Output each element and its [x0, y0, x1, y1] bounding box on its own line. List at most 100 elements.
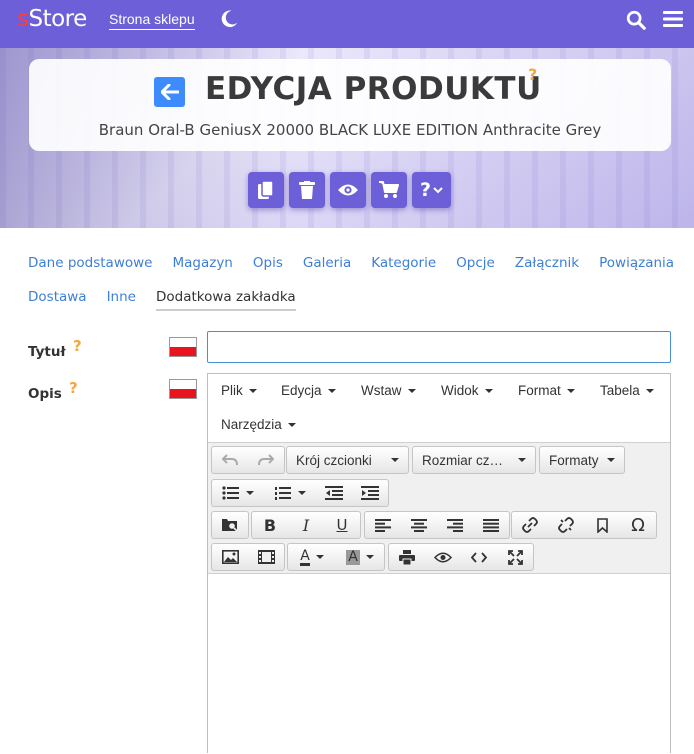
- unlink-button[interactable]: [548, 512, 584, 538]
- store-logo[interactable]: sStore: [17, 6, 87, 32]
- special-char-button[interactable]: Ω: [620, 512, 656, 538]
- cart-button[interactable]: [371, 172, 407, 208]
- menu-wstaw[interactable]: Wstaw: [361, 383, 416, 398]
- eye-icon: [338, 184, 358, 196]
- search-group: [211, 511, 249, 539]
- menu-widok[interactable]: Widok: [441, 383, 493, 398]
- source-code-button[interactable]: [461, 544, 497, 570]
- tab-powiazania[interactable]: Powiązania: [599, 255, 674, 271]
- font-family-select[interactable]: Krój czcionki: [286, 446, 409, 474]
- unlink-icon: [558, 517, 574, 533]
- insert-link-button[interactable]: [512, 512, 548, 538]
- media-group: [211, 543, 285, 571]
- rich-text-editor: Plik Edycja Wstaw Widok Format Tabela Na…: [207, 373, 671, 754]
- tab-magazyn[interactable]: Magazyn: [172, 255, 232, 271]
- anchor-button[interactable]: [584, 512, 620, 538]
- action-toolbar: ?: [248, 172, 451, 208]
- logo-prefix: s: [17, 6, 29, 32]
- help-dropdown-button[interactable]: ?: [412, 172, 451, 208]
- indent-button[interactable]: [352, 480, 388, 506]
- redo-button[interactable]: [248, 447, 284, 473]
- bullet-list-button[interactable]: [212, 480, 264, 506]
- menu-narzedzia[interactable]: Narzędzia: [221, 417, 296, 432]
- search-icon[interactable]: [625, 9, 647, 31]
- text-color-button[interactable]: A: [288, 544, 336, 570]
- menu-plik[interactable]: Plik: [221, 383, 257, 398]
- fullscreen-icon: [507, 549, 523, 565]
- moon-icon[interactable]: [218, 8, 240, 30]
- tab-kategorie[interactable]: Kategorie: [371, 255, 436, 271]
- preview-button[interactable]: [330, 172, 366, 208]
- insert-media-button[interactable]: [248, 544, 284, 570]
- description-label: Opis: [28, 386, 62, 402]
- preview-editor-button[interactable]: [425, 544, 461, 570]
- tab-opis[interactable]: Opis: [253, 255, 283, 271]
- align-center-button[interactable]: [401, 512, 437, 538]
- menu-tabela[interactable]: Tabela: [600, 383, 654, 398]
- image-icon: [221, 550, 239, 564]
- editor-content-area[interactable]: [208, 574, 670, 754]
- delete-button[interactable]: [289, 172, 325, 208]
- tab-dostawa[interactable]: Dostawa: [28, 289, 87, 305]
- tools-group: [388, 543, 534, 571]
- numbered-list-button[interactable]: [264, 480, 316, 506]
- outdent-button[interactable]: [316, 480, 352, 506]
- tab-dodatkowa-zakladka[interactable]: Dodatkowa zakładka: [155, 289, 296, 311]
- link-icon: [522, 517, 538, 533]
- italic-button[interactable]: I: [288, 512, 324, 538]
- list-group: [211, 479, 389, 507]
- help-icon: ?: [419, 179, 432, 201]
- underline-button[interactable]: U: [324, 512, 360, 538]
- find-replace-button[interactable]: [212, 512, 248, 538]
- font-size-select[interactable]: Rozmiar cz…: [412, 446, 536, 474]
- formatting-group: B I U: [251, 511, 361, 539]
- numbered-list-icon: [275, 487, 291, 500]
- title-label: Tytuł: [28, 344, 66, 360]
- bullet-list-icon: [222, 486, 239, 500]
- color-group: A A: [287, 543, 385, 571]
- trash-icon: [299, 180, 315, 199]
- menu-edycja[interactable]: Edycja: [281, 383, 336, 398]
- editor-toolbar: Krój czcionki Rozmiar cz… Formaty B I U …: [208, 442, 670, 574]
- print-icon: [399, 549, 415, 565]
- tab-galeria[interactable]: Galeria: [303, 255, 351, 271]
- fullscreen-button[interactable]: [497, 544, 533, 570]
- title-input[interactable]: [207, 331, 671, 363]
- tab-zalacznik[interactable]: Załącznik: [515, 255, 579, 271]
- film-icon: [257, 550, 275, 564]
- insert-image-button[interactable]: [212, 544, 248, 570]
- formats-select[interactable]: Formaty: [539, 446, 625, 474]
- menu-icon[interactable]: [663, 10, 683, 28]
- product-tabs: Dane podstawowe Magazyn Opis Galeria Kat…: [28, 246, 678, 314]
- undo-button[interactable]: [212, 447, 248, 473]
- copy-button[interactable]: [248, 172, 284, 208]
- polish-flag-icon: [169, 379, 197, 399]
- align-justify-button[interactable]: [473, 512, 509, 538]
- title-field-help-icon[interactable]: ?: [73, 337, 82, 355]
- shop-link[interactable]: Strona sklepu: [109, 11, 195, 30]
- align-right-icon: [447, 518, 463, 532]
- arrow-left-icon: [160, 84, 179, 100]
- align-right-button[interactable]: [437, 512, 473, 538]
- align-left-icon: [375, 518, 391, 532]
- bold-button[interactable]: B: [252, 512, 288, 538]
- align-left-button[interactable]: [365, 512, 401, 538]
- bookmark-icon: [596, 517, 608, 533]
- top-navbar: sStore Strona sklepu: [0, 0, 694, 48]
- link-group: Ω: [511, 511, 657, 539]
- tab-dane-podstawowe[interactable]: Dane podstawowe: [28, 255, 152, 271]
- title-help-icon[interactable]: ?: [528, 65, 537, 84]
- product-name: Braun Oral-B GeniusX 20000 BLACK LUXE ED…: [98, 121, 602, 139]
- eye-icon: [434, 552, 452, 562]
- back-button[interactable]: [154, 77, 185, 107]
- chevron-down-icon: [433, 186, 443, 193]
- background-color-button[interactable]: A: [336, 544, 384, 570]
- code-icon: [471, 551, 487, 563]
- redo-icon: [258, 454, 274, 466]
- print-button[interactable]: [389, 544, 425, 570]
- tab-opcje[interactable]: Opcje: [456, 255, 495, 271]
- text-color-icon: A: [300, 547, 310, 566]
- tab-inne[interactable]: Inne: [107, 289, 136, 305]
- menu-format[interactable]: Format: [518, 383, 575, 398]
- description-help-icon[interactable]: ?: [69, 379, 78, 397]
